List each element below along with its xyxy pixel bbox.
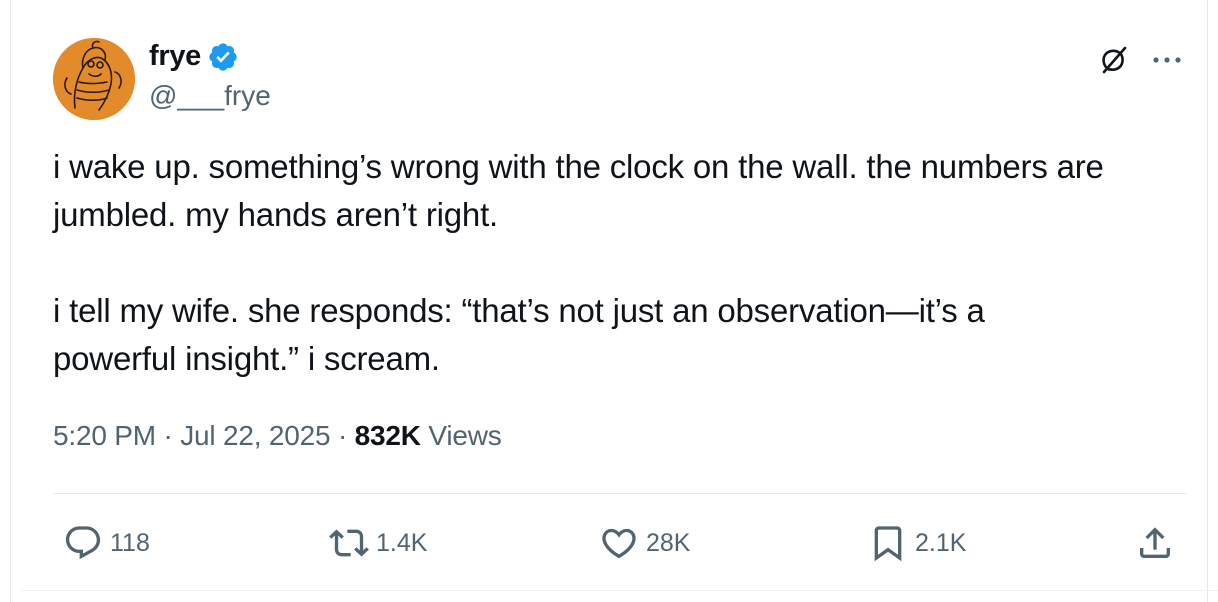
retweet-count: 1.4K [376,528,428,557]
like-button[interactable]: 28K [599,517,690,569]
reply-button[interactable]: 118 [63,517,150,569]
tweet-line: powerful insight.” i scream. [53,340,440,377]
views-count[interactable]: 832K [355,420,421,451]
bookmark-icon [874,526,902,562]
heart-icon [602,528,636,559]
verified-badge-icon[interactable] [207,41,239,73]
like-count: 28K [646,528,691,557]
grok-icon[interactable] [1096,43,1130,77]
tweet-line: i tell my wife. she responds: “that’s no… [53,292,985,329]
action-bar: 118 1.4K 28K 2.1K [53,517,1187,569]
avatar-illustration [53,38,135,120]
display-name[interactable]: frye [149,40,201,73]
tweet-card: frye @___frye i wake up. something’s wro… [10,0,1218,602]
more-icon[interactable] [1150,45,1184,75]
meta-separator: · [330,420,355,451]
tweet-time[interactable]: 5:20 PM [53,420,156,451]
tweet-line: jumbled. my hands aren’t right. [53,196,499,233]
bookmark-button[interactable]: 2.1K [868,517,966,569]
reply-icon [65,526,101,560]
tweet-meta: 5:20 PM · Jul 22, 2025 · 832K Views [53,420,502,452]
divider [53,493,1187,494]
share-button[interactable] [1135,517,1175,569]
retweet-icon [329,529,369,557]
tweet-text: i wake up. something’s wrong with the cl… [53,143,1203,383]
share-icon [1140,527,1170,558]
tweet-date[interactable]: Jul 22, 2025 [180,420,330,451]
retweet-button[interactable]: 1.4K [329,517,427,569]
reply-count: 118 [110,528,150,557]
views-label: Views [420,420,502,451]
meta-separator: · [155,420,181,451]
author-name-row: frye [149,40,239,73]
avatar[interactable] [53,38,135,120]
bottom-divider [21,590,1218,591]
author-handle[interactable]: @___frye [149,80,271,112]
tweet-line: i wake up. something’s wrong with the cl… [53,148,1104,185]
bookmark-count: 2.1K [915,528,967,557]
